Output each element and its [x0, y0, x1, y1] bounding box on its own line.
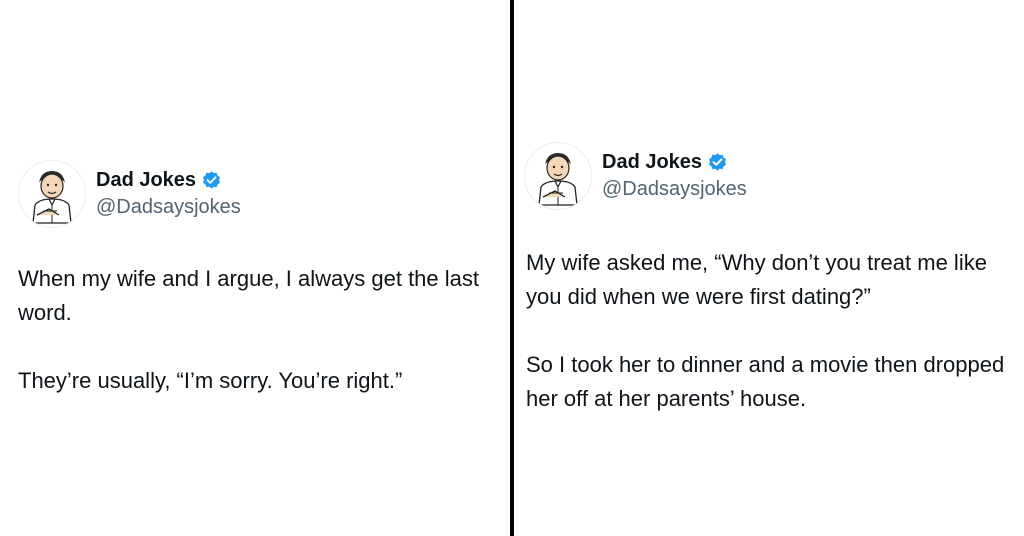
avatar[interactable]	[18, 160, 86, 228]
tweet-paragraph: My wife asked me, “Why don’t you treat m…	[526, 250, 987, 309]
tweet-author-header: Dad Jokes @Dadsaysjokes	[524, 142, 747, 210]
author-names: Dad Jokes @Dadsaysjokes	[96, 167, 241, 221]
left-tweet-card: Dad Jokes @Dadsaysjokes When my wife and…	[0, 0, 510, 536]
verified-badge-icon[interactable]	[707, 152, 728, 173]
author-display-name[interactable]: Dad Jokes	[602, 149, 702, 175]
cartoon-man-avatar-icon	[32, 171, 72, 224]
tweet-text: My wife asked me, “Why don’t you treat m…	[526, 246, 1016, 416]
tweet-paragraph: They’re usually, “I’m sorry. You’re righ…	[18, 368, 403, 393]
tweet-author-header: Dad Jokes @Dadsaysjokes	[18, 160, 241, 228]
avatar[interactable]	[524, 142, 592, 210]
tweet-paragraph: When my wife and I argue, I always get t…	[18, 266, 480, 325]
verified-badge-icon[interactable]	[201, 170, 222, 191]
tweet-text: When my wife and I argue, I always get t…	[18, 262, 503, 398]
cartoon-man-avatar-icon	[538, 153, 578, 206]
name-row: Dad Jokes	[602, 149, 747, 175]
author-handle[interactable]: @Dadsaysjokes	[96, 193, 241, 221]
author-handle[interactable]: @Dadsaysjokes	[602, 175, 747, 203]
tweet-paragraph: So I took her to dinner and a movie then…	[526, 352, 1005, 411]
author-display-name[interactable]: Dad Jokes	[96, 167, 196, 193]
author-names: Dad Jokes @Dadsaysjokes	[602, 149, 747, 203]
right-tweet-card: Dad Jokes @Dadsaysjokes My wife asked me…	[514, 0, 1024, 536]
name-row: Dad Jokes	[96, 167, 241, 193]
